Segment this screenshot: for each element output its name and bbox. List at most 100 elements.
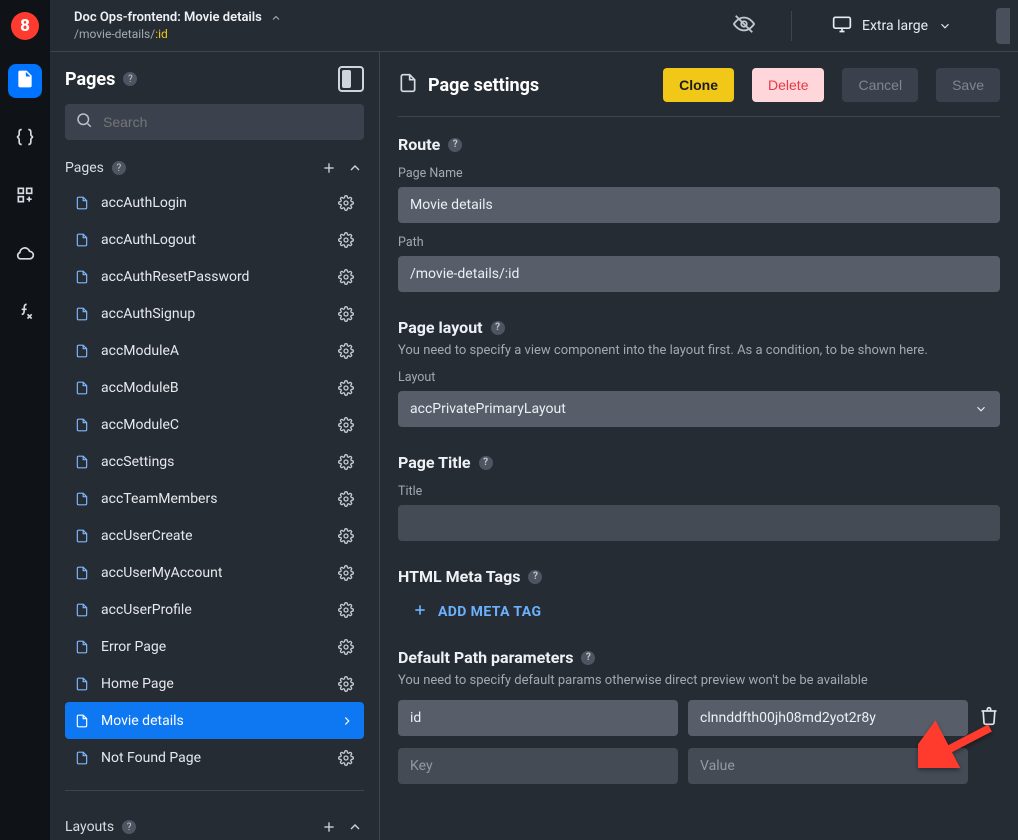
page-list-item[interactable]: accAuthResetPassword [65,258,364,295]
gear-icon[interactable] [338,306,354,322]
page-list-item[interactable]: Movie details [65,702,364,739]
gear-icon[interactable] [338,232,354,248]
panel-layout-toggle[interactable] [338,66,364,92]
help-icon[interactable]: ? [479,456,493,470]
page-settings-title: Page settings [428,75,539,96]
rail-pages[interactable] [8,64,42,98]
file-icon [75,751,91,765]
rail-cloud[interactable] [8,238,42,272]
page-list-item[interactable]: accAuthSignup [65,295,364,332]
page-list-item[interactable]: accAuthLogin [65,184,364,221]
file-icon [75,714,91,728]
section-params: Default Path parameters ? You need to sp… [398,648,1000,784]
param-key-placeholder[interactable]: Key [398,748,678,784]
gear-icon[interactable] [338,380,354,396]
page-list-item[interactable]: accModuleB [65,369,364,406]
rail-functions[interactable] [8,296,42,330]
side-title: Pages [65,69,115,90]
section-layout: Page layout ? You need to specify a view… [398,318,1000,427]
gear-icon[interactable] [338,195,354,211]
help-icon[interactable]: ? [112,161,126,175]
page-list-item[interactable]: accSettings [65,443,364,480]
page-name-input[interactable]: Movie details [398,187,1000,223]
page-list-item[interactable]: accModuleC [65,406,364,443]
page-item-label: accModuleC [101,417,328,433]
cancel-button[interactable]: Cancel [842,68,918,102]
gear-icon[interactable] [338,269,354,285]
add-meta-label: ADD META TAG [438,604,541,620]
chevron-up-icon [270,12,282,24]
page-item-label: Not Found Page [101,750,328,766]
page-list-item[interactable]: accTeamMembers [65,480,364,517]
collapse-layouts-button[interactable] [346,819,364,835]
page-item-label: accUserProfile [101,602,328,618]
braces-icon [15,127,35,151]
help-icon[interactable]: ? [122,820,136,834]
delete-param-button[interactable] [978,706,1000,730]
layout-field-label: Layout [398,370,1000,385]
gear-icon[interactable] [338,639,354,655]
breadcrumb[interactable]: Doc Ops-frontend: Movie details /movie-d… [74,10,282,41]
viewport-select[interactable]: Extra large [818,8,966,44]
help-icon[interactable]: ? [123,72,137,86]
file-icon [75,344,91,358]
divider [791,11,792,41]
section-route: Route ? Page Name Movie details Path /mo… [398,135,1000,292]
add-page-button[interactable] [320,160,338,176]
add-layout-button[interactable] [320,819,338,835]
path-input[interactable]: /movie-details/:id [398,256,1000,292]
file-icon [398,73,418,97]
layout-select[interactable]: accPrivatePrimaryLayout [398,391,1000,427]
page-list-item[interactable]: Home Page [65,665,364,702]
search-input[interactable] [101,113,354,131]
search-input-wrap[interactable] [65,104,364,140]
page-list-item[interactable]: accUserMyAccount [65,554,364,591]
help-icon[interactable]: ? [581,651,595,665]
section-layout-title: Page layout [398,318,483,337]
param-value-input[interactable]: clnnddfth00jh08md2yot2r8y [688,700,968,736]
gear-icon[interactable] [338,602,354,618]
monitor-icon [832,14,852,38]
file-icon [75,307,91,321]
gear-icon[interactable] [338,454,354,470]
section-meta-title: HTML Meta Tags [398,567,520,586]
param-value-placeholder[interactable]: Value [688,748,968,784]
file-icon [75,418,91,432]
page-list-item[interactable]: accModuleA [65,332,364,369]
add-meta-button[interactable]: ADD META TAG [398,602,1000,622]
rail-components[interactable] [8,180,42,214]
gear-icon[interactable] [338,750,354,766]
chevron-down-icon [974,402,988,416]
group-pages-header[interactable]: Pages ? [65,160,364,176]
chevron-right-icon[interactable] [340,714,354,728]
app-logo[interactable]: 8 [11,12,39,40]
help-icon[interactable]: ? [528,570,542,584]
help-icon[interactable]: ? [448,138,462,152]
rail-json[interactable] [8,122,42,156]
save-button[interactable]: Save [936,68,1000,102]
gear-icon[interactable] [338,491,354,507]
visibility-toggle[interactable] [723,7,765,45]
gear-icon[interactable] [338,417,354,433]
function-icon [15,301,35,325]
delete-button[interactable]: Delete [752,68,824,102]
gear-icon[interactable] [338,528,354,544]
clone-button[interactable]: Clone [663,68,734,102]
group-layouts-header[interactable]: Layouts ? [65,819,364,835]
title-input[interactable] [398,505,1000,541]
param-key-input[interactable]: id [398,700,678,736]
help-icon[interactable]: ? [491,321,505,335]
page-list-item[interactable]: Not Found Page [65,739,364,776]
file-icon [75,381,91,395]
page-list-item[interactable]: accAuthLogout [65,221,364,258]
nav-rail: 8 [0,0,50,840]
page-list-item[interactable]: accUserCreate [65,517,364,554]
collapse-group-button[interactable] [346,160,364,176]
section-params-desc: You need to specify default params other… [398,673,1000,688]
page-list-item[interactable]: Error Page [65,628,364,665]
gear-icon[interactable] [338,565,354,581]
gear-icon[interactable] [338,676,354,692]
gear-icon[interactable] [338,343,354,359]
overflow-button[interactable] [996,8,1010,44]
page-list-item[interactable]: accUserProfile [65,591,364,628]
